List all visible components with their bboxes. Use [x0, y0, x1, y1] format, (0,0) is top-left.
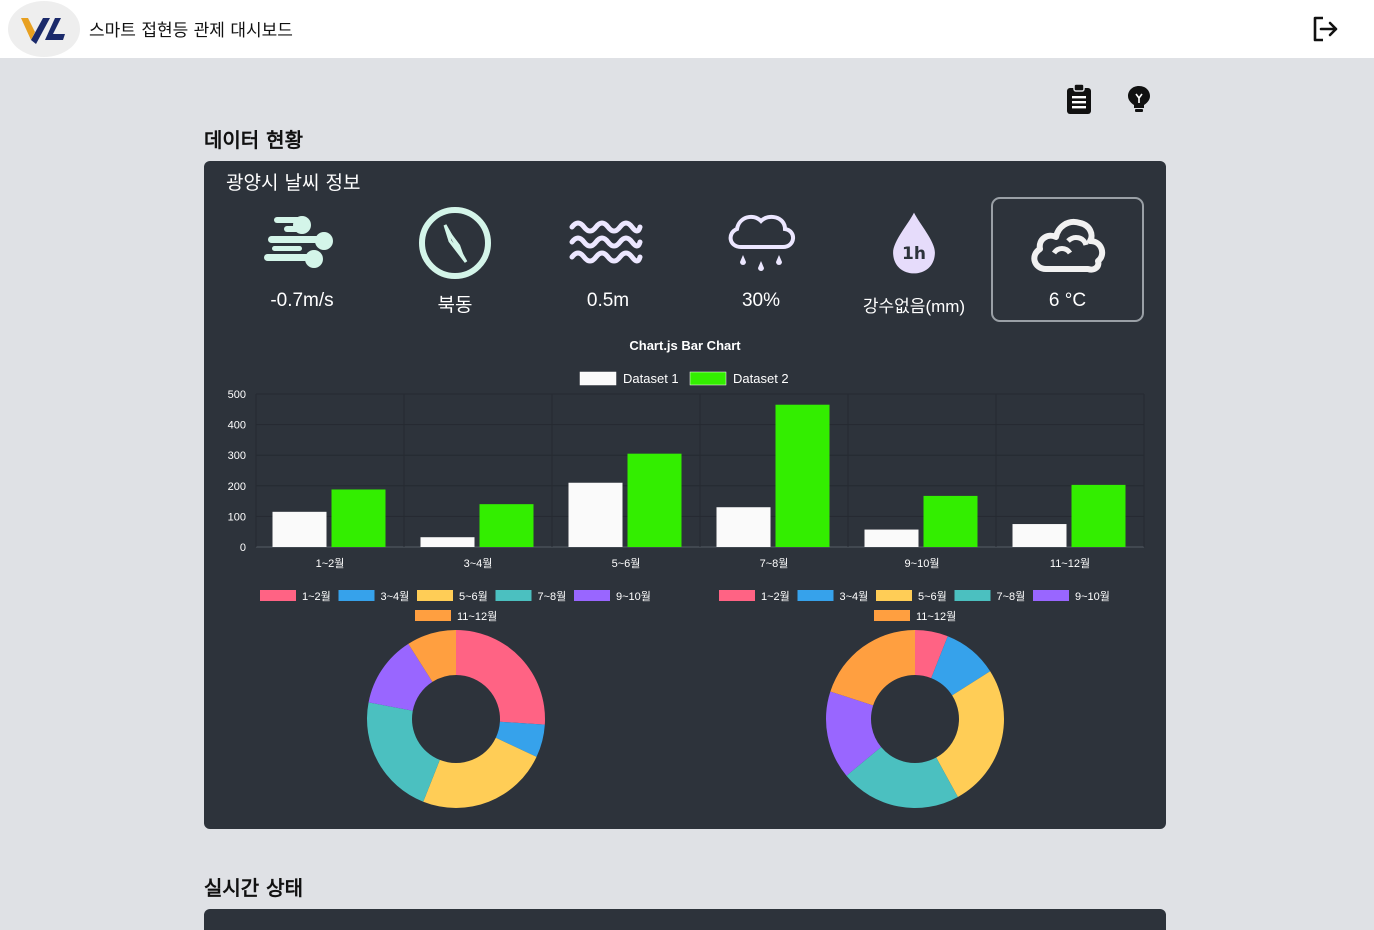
y-tick-label: 400: [228, 420, 246, 432]
legend-label: Dataset 1: [623, 371, 679, 386]
app-title: 스마트 접현등 관제 대시보드: [89, 21, 293, 41]
bar[interactable]: [923, 495, 978, 547]
section-title-data: 데이터 현황: [204, 128, 303, 152]
logo-mark-icon: [21, 18, 65, 44]
legend-swatch[interactable]: [954, 590, 991, 601]
bar[interactable]: [1071, 484, 1126, 547]
bar[interactable]: [1012, 524, 1067, 547]
bar-chart-title: Chart.js Bar Chart: [629, 338, 741, 353]
legend-swatch[interactable]: [797, 590, 834, 601]
legend-swatch[interactable]: [719, 590, 755, 601]
legend-swatch[interactable]: [574, 590, 610, 601]
lightbulb-button[interactable]: [1125, 83, 1153, 115]
bar[interactable]: [272, 511, 327, 547]
bar[interactable]: [864, 529, 919, 547]
charts-area: Chart.js Bar Chart Dataset 1 Dataset 2 0 100…: [228, 338, 1145, 809]
legend-label: 7~8월: [538, 590, 567, 603]
legend-label: 1~2월: [302, 590, 331, 603]
legend-swatch[interactable]: [579, 371, 617, 386]
legend-label: 11~12월: [457, 610, 497, 623]
legend-swatch[interactable]: [874, 610, 910, 621]
legend-label: Dataset 2: [733, 371, 789, 386]
legend-label: 3~4월: [840, 590, 869, 603]
top-bar: 스마트 접현등 관제 대시보드: [0, 0, 1374, 58]
legend-swatch[interactable]: [689, 371, 727, 386]
clipboard-icon: [1067, 83, 1091, 114]
legend-swatch[interactable]: [415, 610, 451, 621]
x-tick-label: 11~12월: [1050, 557, 1090, 570]
legend-swatch[interactable]: [338, 590, 375, 601]
legend-label: 3~4월: [381, 590, 410, 603]
clipboard-button[interactable]: [1065, 83, 1093, 115]
y-tick-label: 200: [228, 481, 246, 493]
legend-label: 9~10월: [616, 590, 651, 603]
doughnut-slice[interactable]: [367, 702, 440, 802]
bar[interactable]: [331, 489, 386, 547]
y-tick-label: 300: [228, 450, 246, 462]
bar[interactable]: [716, 507, 771, 547]
bar[interactable]: [420, 537, 475, 547]
realtime-panel: [204, 909, 1166, 930]
logout-icon: [1313, 16, 1338, 42]
y-tick-label: 0: [240, 542, 246, 554]
weather-chart-panel: 광양시 날씨 정보 -0.7m/s 북동 0.5m 30% 1h 강수없음(mm…: [204, 161, 1166, 829]
logo[interactable]: [8, 1, 80, 57]
legend-label: 5~6월: [918, 590, 947, 603]
section-title-realtime: 실시간 상태: [204, 876, 303, 900]
legend-swatch[interactable]: [876, 590, 912, 601]
logout-button[interactable]: [1310, 14, 1340, 44]
bar[interactable]: [479, 504, 534, 547]
x-tick-label: 1~2월: [316, 557, 345, 570]
y-tick-label: 100: [228, 511, 246, 523]
x-tick-label: 3~4월: [464, 557, 493, 570]
x-tick-label: 7~8월: [760, 557, 789, 570]
legend-label: 11~12월: [916, 610, 956, 623]
legend-label: 5~6월: [459, 590, 488, 603]
doughnut-slice[interactable]: [456, 630, 545, 725]
bar[interactable]: [627, 453, 682, 547]
legend-swatch[interactable]: [495, 590, 532, 601]
bar[interactable]: [568, 482, 623, 547]
legend-swatch[interactable]: [260, 590, 296, 601]
doughnut-slice[interactable]: [830, 630, 915, 706]
y-tick-label: 500: [228, 389, 246, 401]
legend-label: 7~8월: [997, 590, 1026, 603]
x-tick-label: 9~10월: [905, 557, 940, 570]
legend-swatch[interactable]: [417, 590, 453, 601]
legend-label: 9~10월: [1075, 590, 1110, 603]
x-tick-label: 5~6월: [612, 557, 641, 570]
bar[interactable]: [775, 404, 830, 547]
legend-swatch[interactable]: [1033, 590, 1069, 601]
legend-label: 1~2월: [761, 590, 790, 603]
lightbulb-icon: [1128, 86, 1150, 112]
